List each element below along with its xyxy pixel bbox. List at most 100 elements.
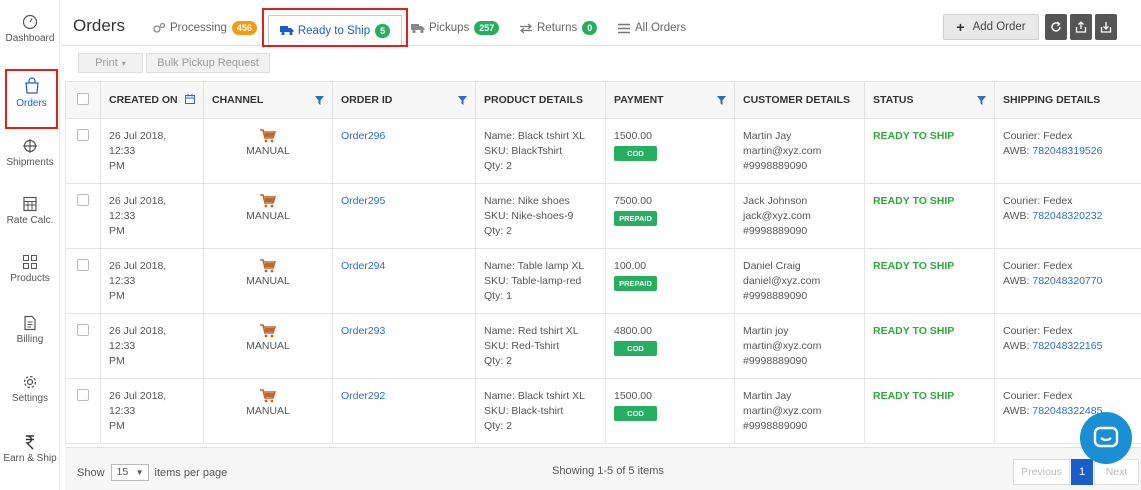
created-time-suffix: PM xyxy=(109,225,125,237)
tab-processing[interactable]: Processing 456 xyxy=(152,20,257,36)
calendar-icon[interactable] xyxy=(185,94,195,104)
filter-icon[interactable] xyxy=(977,96,986,105)
cart-icon xyxy=(260,259,276,273)
table-row[interactable]: 26 Jul 2018, 12:33 PM MANUAL Order293 Nam… xyxy=(65,313,1141,379)
page-size-control: Show 15 ▼ items per page xyxy=(77,464,227,481)
upload-icon xyxy=(1075,21,1087,33)
tab-all-orders[interactable]: All Orders xyxy=(617,20,686,36)
gears-icon xyxy=(153,22,166,33)
sidebar-item-billing[interactable]: Billing xyxy=(0,315,60,371)
table-row[interactable]: 26 Jul 2018, 12:33 PM MANUAL Order292 Nam… xyxy=(65,378,1141,444)
previous-page-button[interactable]: Previous xyxy=(1013,459,1070,485)
customer-email: martin@xyz.com xyxy=(743,145,822,157)
customer-name: Martin Jay xyxy=(743,390,792,402)
awb-label: AWB: xyxy=(1003,210,1033,222)
export-button[interactable] xyxy=(1070,14,1092,40)
order-id-link[interactable]: Order296 xyxy=(341,130,385,142)
awb-link[interactable]: 782048322165 xyxy=(1032,340,1102,352)
customer-email: jack@xyz.com xyxy=(743,210,811,222)
filter-icon[interactable] xyxy=(315,96,324,105)
status-cell: READY TO SHIP xyxy=(864,248,995,314)
sidebar-item-settings[interactable]: Settings xyxy=(0,374,60,430)
tab-ready-to-ship[interactable]: Ready to Ship 5 xyxy=(262,8,408,47)
row-checkbox[interactable] xyxy=(77,324,89,336)
table-row[interactable]: 26 Jul 2018, 12:33 PM MANUAL Order296 Nam… xyxy=(65,118,1141,184)
order-id-link[interactable]: Order292 xyxy=(341,390,385,402)
order-id-cell: Order292 xyxy=(332,378,476,444)
product-sku: SKU: Table-lamp-red xyxy=(484,275,582,287)
row-checkbox[interactable] xyxy=(77,129,89,141)
sidebar-item-orders[interactable]: Orders xyxy=(5,69,58,129)
awb-line: AWB: 782048319526 xyxy=(1003,144,1133,159)
row-checkbox[interactable] xyxy=(77,194,89,206)
order-id-link[interactable]: Order293 xyxy=(341,325,385,337)
tab-pickups[interactable]: Pickups 257 xyxy=(411,20,500,36)
awb-link[interactable]: 782048320770 xyxy=(1032,275,1102,287)
column-header-order-id[interactable]: ORDER ID xyxy=(332,81,476,119)
column-label: SHIPPING DETAILS xyxy=(1003,94,1101,106)
sidebar-item-label: Rate Calc. xyxy=(6,215,54,226)
sidebar-item-products[interactable]: Products xyxy=(0,254,60,310)
sidebar-item-shipments[interactable]: Shipments xyxy=(0,138,60,194)
select-all-cell xyxy=(65,81,101,119)
customer-email: martin@xyz.com xyxy=(743,405,822,417)
customer-email: martin@xyz.com xyxy=(743,340,822,352)
row-checkbox[interactable] xyxy=(77,389,89,401)
select-all-checkbox[interactable] xyxy=(77,92,89,105)
column-header-created-on[interactable]: CREATED ON xyxy=(100,81,204,119)
courier-name: Courier: Fedex xyxy=(1003,260,1073,272)
product-details-cell: Name: Table lamp XL SKU: Table-lamp-red Qt… xyxy=(475,248,606,314)
table-row[interactable]: 26 Jul 2018, 12:33 PM MANUAL Order295 Nam… xyxy=(65,183,1141,249)
created-time-suffix: PM xyxy=(109,420,125,432)
payment-type-badge: COD xyxy=(614,146,657,161)
column-header-channel[interactable]: CHANNEL xyxy=(203,81,333,119)
filter-icon[interactable] xyxy=(458,96,467,105)
order-id-link[interactable]: Order294 xyxy=(341,260,385,272)
table-row[interactable]: 26 Jul 2018, 12:33 PM MANUAL Order294 Nam… xyxy=(65,248,1141,314)
page-1-button[interactable]: 1 xyxy=(1071,459,1093,485)
row-checkbox[interactable] xyxy=(77,259,89,271)
customer-phone: #9998889090 xyxy=(743,160,808,172)
chat-widget-button[interactable] xyxy=(1080,412,1132,464)
sidebar-item-label: Orders xyxy=(16,98,47,109)
product-details-cell: Name: Black tshirt XL SKU: Black-tshirt Qt… xyxy=(475,378,606,444)
refresh-button[interactable] xyxy=(1045,14,1067,40)
tab-label: Processing xyxy=(170,22,227,34)
customer-details-cell: Martin Jay martin@xyz.com #9998889090 xyxy=(734,378,865,444)
page-size-select[interactable]: 15 ▼ xyxy=(110,464,149,481)
created-date: 26 Jul 2018, 12:33 xyxy=(109,195,167,222)
download-icon xyxy=(1100,22,1112,33)
count-badge: 257 xyxy=(474,21,500,35)
print-button[interactable]: Print ▾ xyxy=(78,53,143,73)
tab-returns[interactable]: Returns 0 xyxy=(519,20,598,36)
import-button[interactable] xyxy=(1095,14,1117,40)
status-badge: READY TO SHIP xyxy=(873,130,955,142)
bulk-pickup-button[interactable]: Bulk Pickup Request xyxy=(146,53,270,73)
channel-label: MANUAL xyxy=(246,275,290,287)
order-id-link[interactable]: Order295 xyxy=(341,195,385,207)
column-header-product-details: PRODUCT DETAILS xyxy=(475,81,606,119)
product-sku: SKU: BlackTshirt xyxy=(484,145,563,157)
payment-cell: 7500.00 PREPAID xyxy=(605,183,735,249)
tab-label: All Orders xyxy=(635,22,687,34)
status-badge: READY TO SHIP xyxy=(873,325,955,337)
document-icon xyxy=(24,315,36,331)
channel-cell: MANUAL xyxy=(203,248,333,314)
awb-link[interactable]: 782048319526 xyxy=(1032,145,1102,157)
sidebar-item-earn-ship[interactable]: Earn & Ship xyxy=(0,434,60,490)
column-header-payment[interactable]: PAYMENT xyxy=(605,81,735,119)
awb-link[interactable]: 782048320232 xyxy=(1032,210,1102,222)
product-qty: Qty: 2 xyxy=(484,355,513,367)
customer-phone: #9998889090 xyxy=(743,290,808,302)
add-order-button[interactable]: + Add Order xyxy=(943,14,1039,40)
sidebar-item-rate-calc[interactable]: Rate Calc. xyxy=(0,196,60,252)
row-select-cell xyxy=(65,378,101,444)
column-header-status[interactable]: STATUS xyxy=(864,81,995,119)
calculator-icon xyxy=(23,196,37,212)
created-on-cell: 26 Jul 2018, 12:33 PM xyxy=(100,118,204,184)
sidebar-item-dashboard[interactable]: Dashboard xyxy=(0,14,60,70)
cart-icon xyxy=(260,324,276,338)
channel-label: MANUAL xyxy=(246,210,290,222)
action-toolbar: Print ▾ Bulk Pickup Request xyxy=(62,46,1141,76)
filter-icon[interactable] xyxy=(717,96,726,105)
